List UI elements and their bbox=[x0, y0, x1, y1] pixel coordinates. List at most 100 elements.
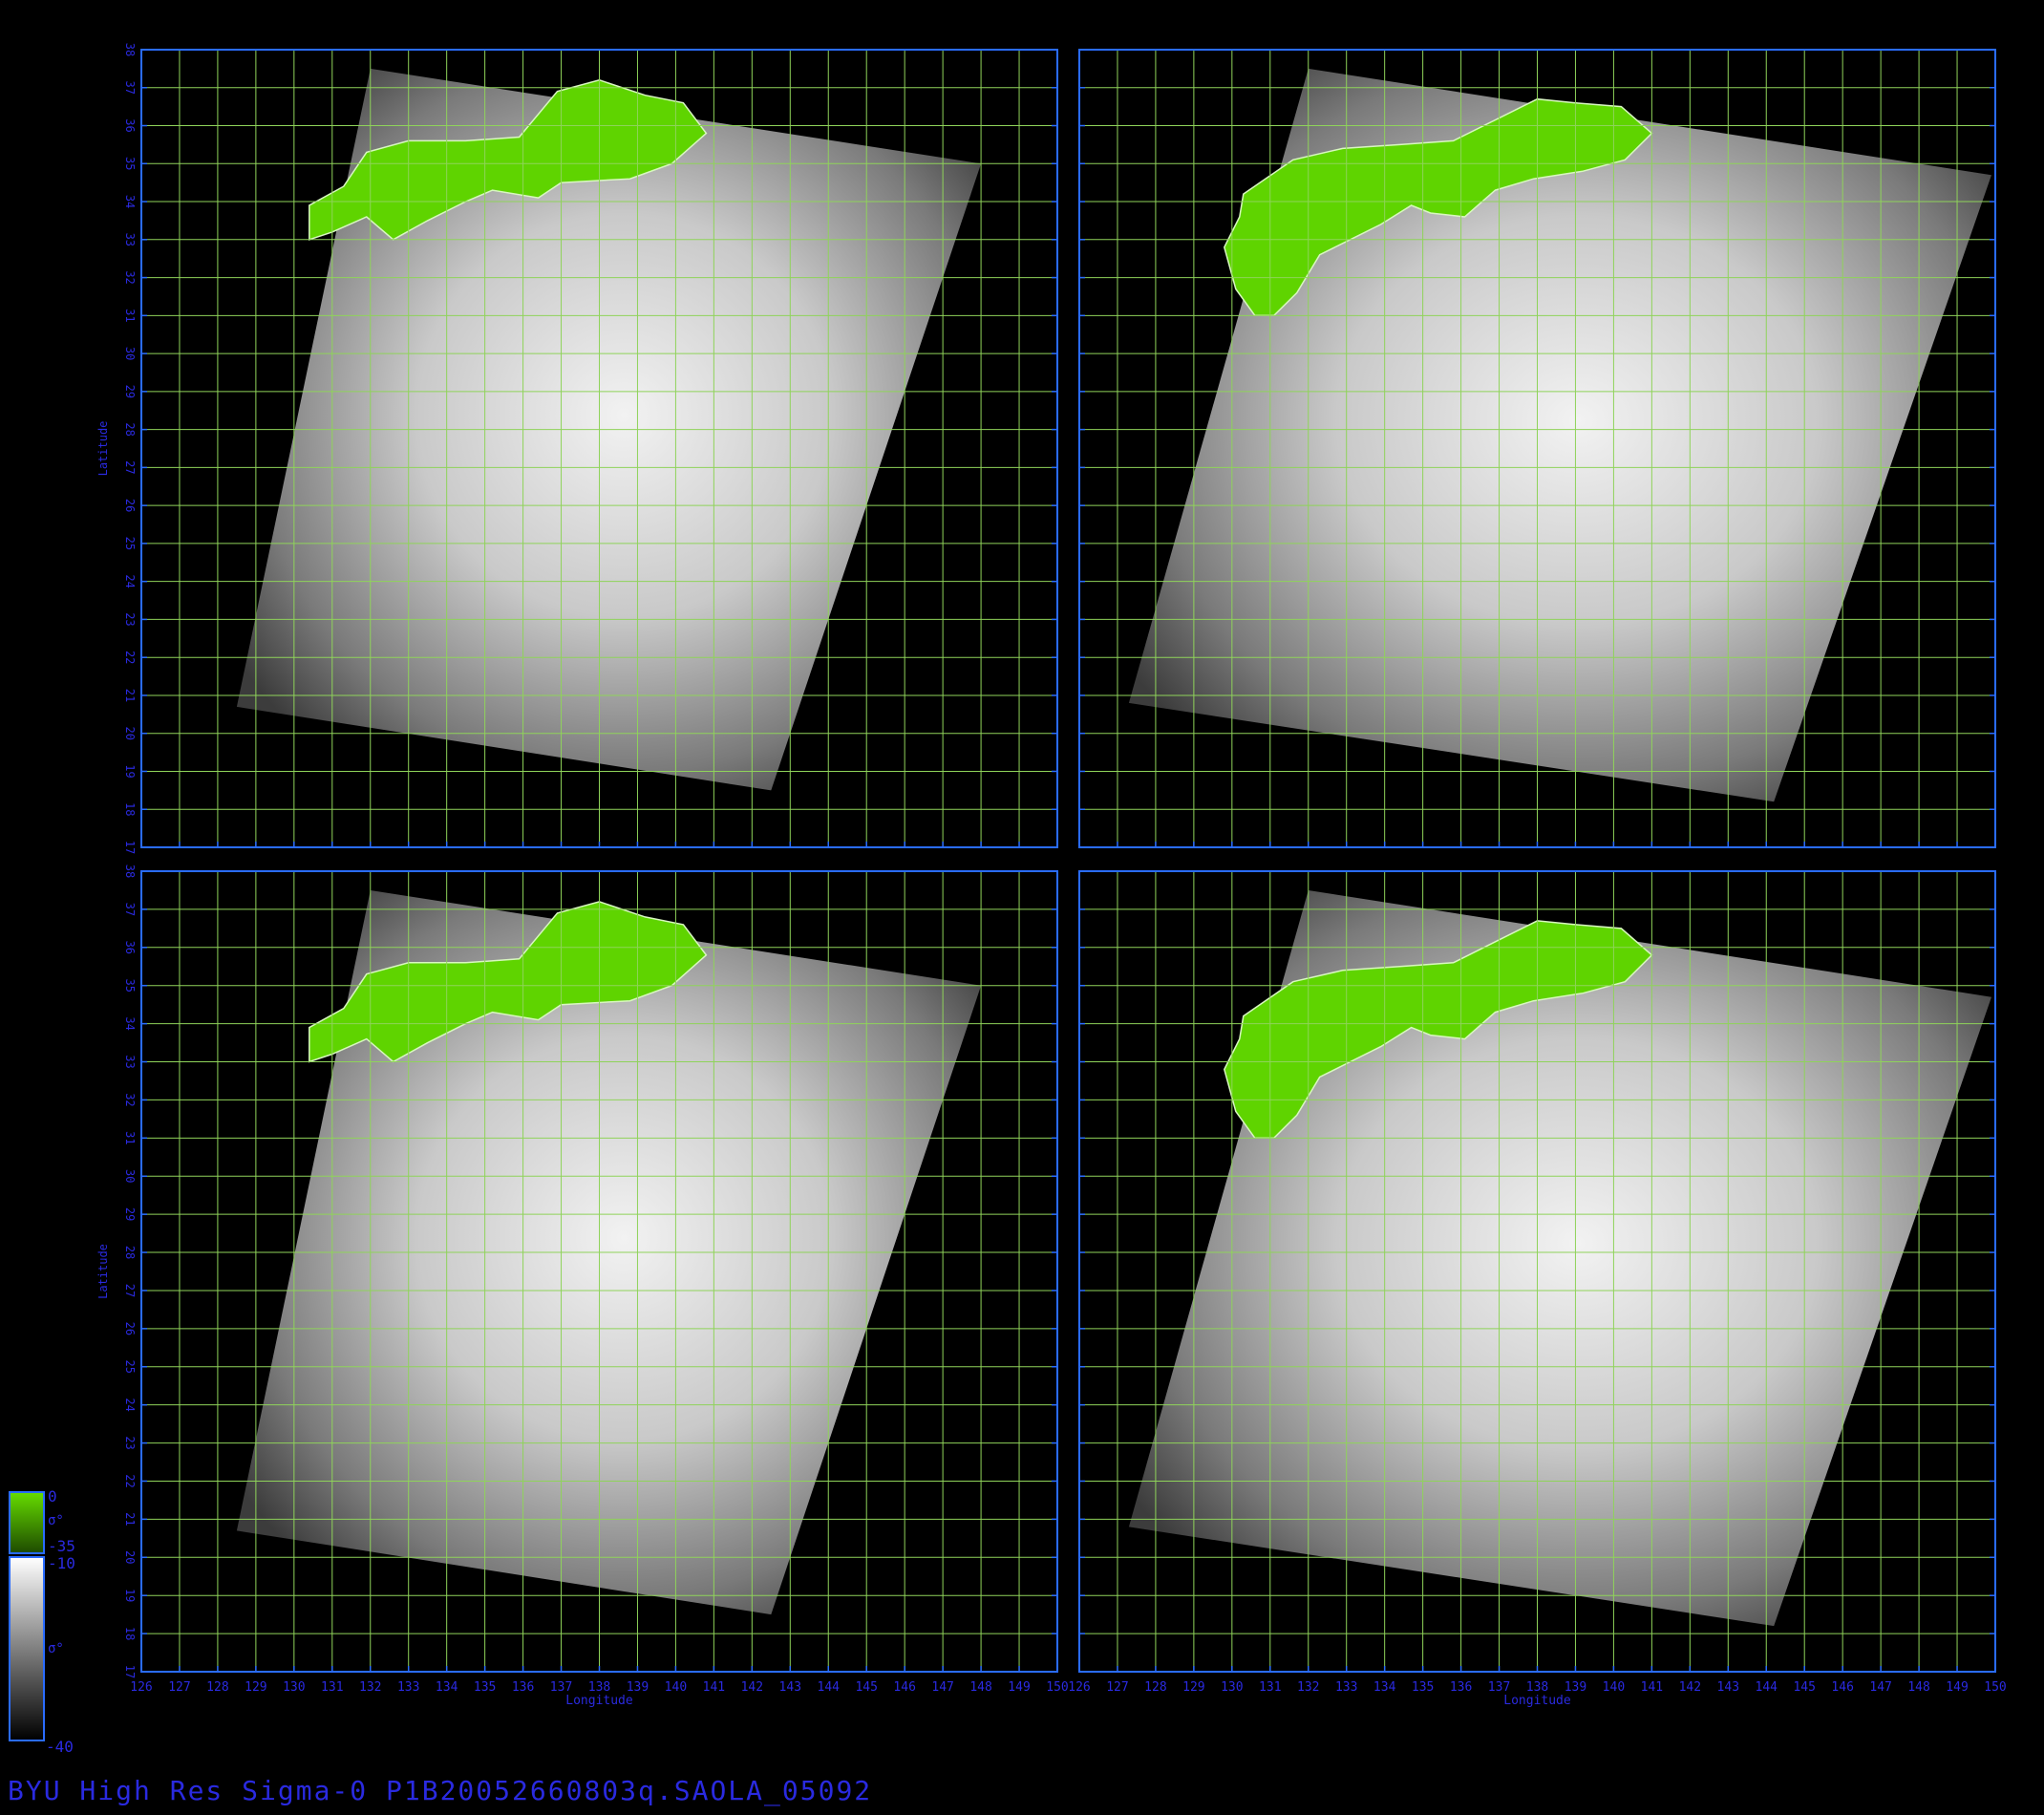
lat-tick-label: 32 bbox=[123, 1093, 137, 1106]
colorbar-ocean-swatch bbox=[9, 1556, 45, 1741]
lon-tick-label: 127 bbox=[1106, 1680, 1128, 1695]
lon-tick-label: 136 bbox=[1450, 1680, 1472, 1695]
lon-tick-label: 145 bbox=[1793, 1680, 1815, 1695]
lon-tick-label: 135 bbox=[474, 1680, 496, 1695]
lat-tick-label: 23 bbox=[123, 612, 137, 626]
lat-tick-label: 24 bbox=[123, 574, 137, 587]
map-panel-bottom-left: 126 127 128 129 130 131 132 133 134 135 136 137 138 1… bbox=[96, 865, 1069, 1708]
lat-tick-label: 22 bbox=[123, 651, 137, 664]
lon-tick-label: 142 bbox=[741, 1680, 763, 1695]
x-axis-label: Longitude bbox=[565, 1694, 633, 1708]
lon-tick-label: 147 bbox=[931, 1680, 953, 1695]
colorbar-ocean-bottom-label: -40 bbox=[46, 1738, 74, 1756]
lon-tick-label: 132 bbox=[359, 1680, 381, 1695]
colorbar-land-bottom-label: -35 bbox=[48, 1537, 75, 1555]
lat-tick-label: 27 bbox=[123, 460, 137, 474]
lon-tick-label: 135 bbox=[1412, 1680, 1434, 1695]
lat-tick-label: 20 bbox=[123, 1550, 137, 1564]
lon-tick-label: 134 bbox=[1373, 1680, 1396, 1695]
lat-tick-label: 18 bbox=[123, 1627, 137, 1640]
lat-tick-label: 28 bbox=[123, 422, 137, 436]
lat-tick-label: 34 bbox=[123, 195, 137, 208]
lon-tick-label: 147 bbox=[1869, 1680, 1891, 1695]
colorbar-legend: 0 σ° -35 -10 σ° -40 bbox=[9, 1487, 75, 1756]
lat-tick-label: 17 bbox=[123, 1665, 137, 1678]
lat-tick-label: 37 bbox=[123, 903, 137, 916]
lon-tick-label: 142 bbox=[1679, 1680, 1701, 1695]
lon-tick-label: 129 bbox=[1182, 1680, 1204, 1695]
lat-tick-label: 22 bbox=[123, 1474, 137, 1487]
map-panel-top-left: 17 18 19 20 21 22 23 24 25 26 27 28 29 30 31 32 33 34 35 36… bbox=[96, 43, 1058, 854]
lat-tick-label: 35 bbox=[123, 157, 137, 170]
lat-tick-label: 38 bbox=[123, 43, 137, 56]
colorbar-land-top-label: 0 bbox=[48, 1487, 57, 1505]
lat-tick-label: 24 bbox=[123, 1398, 137, 1411]
lon-tick-label: 134 bbox=[436, 1680, 458, 1695]
lat-tick-label: 33 bbox=[123, 233, 137, 246]
lat-tick-label: 36 bbox=[123, 941, 137, 954]
map-panel-bottom-right: 126 127 128 129 130 131 132 133 134 135 136 137 138 1… bbox=[1068, 870, 2007, 1708]
figure-title: BYU High Res Sigma-0 P1B20052660803q.SAO… bbox=[8, 1775, 873, 1806]
lat-tick-label: 35 bbox=[123, 978, 137, 992]
x-axis-label: Longitude bbox=[1503, 1694, 1571, 1708]
lat-tick-label: 33 bbox=[123, 1055, 137, 1068]
lat-tick-label: 31 bbox=[123, 1131, 137, 1144]
lon-tick-label: 149 bbox=[1008, 1680, 1030, 1695]
lat-tick-label: 30 bbox=[123, 347, 137, 360]
lon-tick-label: 131 bbox=[1259, 1680, 1281, 1695]
y-axis-label: Latitude bbox=[96, 421, 110, 477]
lat-tick-label: 23 bbox=[123, 1436, 137, 1449]
lat-tick-label: 38 bbox=[123, 865, 137, 878]
lat-tick-label: 34 bbox=[123, 1016, 137, 1030]
colorbar-ocean-top-label: -10 bbox=[48, 1554, 75, 1572]
lon-tick-label: 130 bbox=[283, 1680, 305, 1695]
lat-tick-label: 21 bbox=[123, 1512, 137, 1526]
lat-tick-label: 28 bbox=[123, 1246, 137, 1259]
lat-tick-label: 32 bbox=[123, 270, 137, 284]
lon-tick-label: 140 bbox=[1603, 1680, 1625, 1695]
lon-tick-label: 146 bbox=[1831, 1680, 1853, 1695]
lon-tick-label: 137 bbox=[1488, 1680, 1510, 1695]
lon-tick-label: 145 bbox=[855, 1680, 877, 1695]
lat-tick-label: 19 bbox=[123, 764, 137, 778]
lon-tick-label: 129 bbox=[245, 1680, 266, 1695]
lon-tick-label: 128 bbox=[206, 1680, 228, 1695]
lat-tick-label: 17 bbox=[123, 841, 137, 854]
map-panel-top-right bbox=[1078, 49, 1996, 848]
lon-tick-label: 144 bbox=[1756, 1680, 1778, 1695]
colorbar-land-symbol: σ° bbox=[48, 1513, 64, 1528]
colorbar-ocean-symbol: σ° bbox=[48, 1641, 64, 1656]
lon-tick-label: 148 bbox=[1907, 1680, 1929, 1695]
lon-tick-label: 133 bbox=[1335, 1680, 1357, 1695]
lat-tick-label: 29 bbox=[123, 385, 137, 398]
lon-tick-label: 130 bbox=[1221, 1680, 1243, 1695]
lon-tick-label: 140 bbox=[665, 1680, 687, 1695]
lon-tick-label: 150 bbox=[1984, 1680, 2006, 1695]
lat-tick-label: 21 bbox=[123, 689, 137, 702]
lon-tick-label: 126 bbox=[130, 1680, 152, 1695]
lon-tick-label: 146 bbox=[893, 1680, 915, 1695]
lat-tick-label: 37 bbox=[123, 81, 137, 95]
lat-tick-label: 19 bbox=[123, 1589, 137, 1602]
sigma0-map-figure: 17 18 19 20 21 22 23 24 25 26 27 28 29 30 31 32 33 34 35 36… bbox=[9, 43, 2007, 1756]
lon-tick-label: 138 bbox=[1526, 1680, 1548, 1695]
lon-tick-label: 136 bbox=[512, 1680, 534, 1695]
lon-tick-label: 137 bbox=[550, 1680, 572, 1695]
lon-tick-label: 131 bbox=[321, 1680, 343, 1695]
lat-tick-label: 31 bbox=[123, 309, 137, 322]
lat-tick-label: 26 bbox=[123, 1322, 137, 1335]
lat-tick-label: 25 bbox=[123, 1360, 137, 1374]
lon-tick-label: 133 bbox=[397, 1680, 419, 1695]
lon-tick-label: 138 bbox=[588, 1680, 610, 1695]
lat-tick-label: 18 bbox=[123, 802, 137, 816]
colorbar-land-swatch bbox=[9, 1491, 45, 1554]
lat-tick-label: 20 bbox=[123, 726, 137, 739]
lon-tick-label: 132 bbox=[1297, 1680, 1319, 1695]
lon-tick-label: 144 bbox=[818, 1680, 841, 1695]
lon-tick-label: 143 bbox=[1717, 1680, 1739, 1695]
lat-tick-label: 29 bbox=[123, 1207, 137, 1221]
lon-tick-label: 143 bbox=[779, 1680, 801, 1695]
lon-tick-label: 127 bbox=[168, 1680, 190, 1695]
lon-tick-label: 141 bbox=[703, 1680, 725, 1695]
lat-tick-label: 27 bbox=[123, 1284, 137, 1297]
